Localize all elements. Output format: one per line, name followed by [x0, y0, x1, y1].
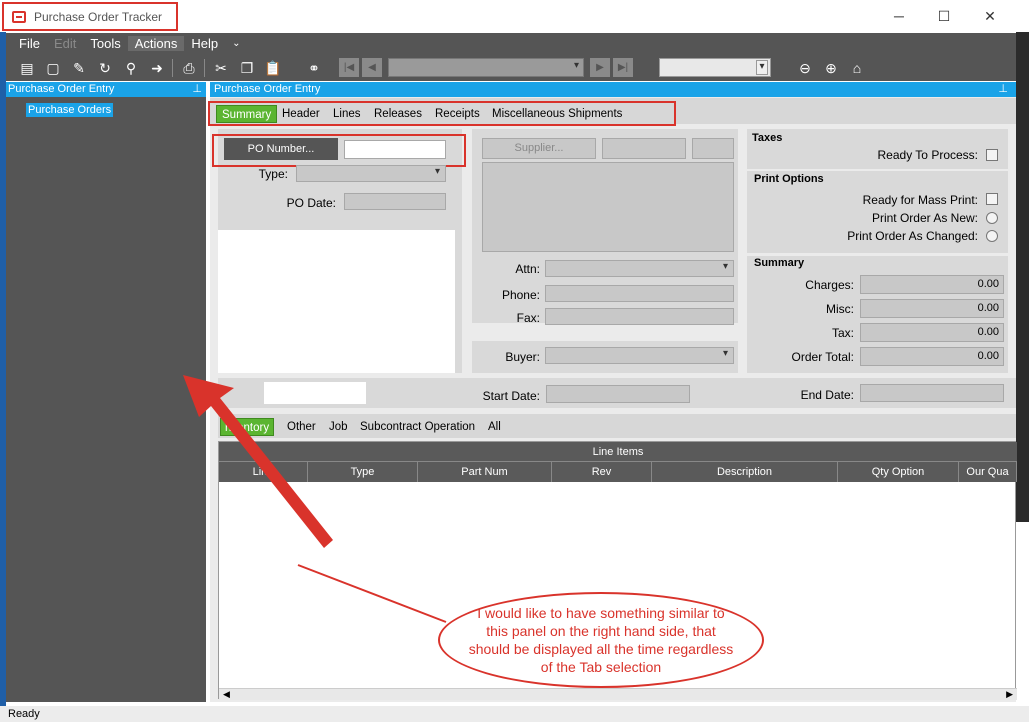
annotation-arrow-thick [183, 375, 333, 548]
annotation-callout: I would like to have something similar t… [438, 592, 764, 688]
annotation-pointer-line [297, 564, 447, 623]
